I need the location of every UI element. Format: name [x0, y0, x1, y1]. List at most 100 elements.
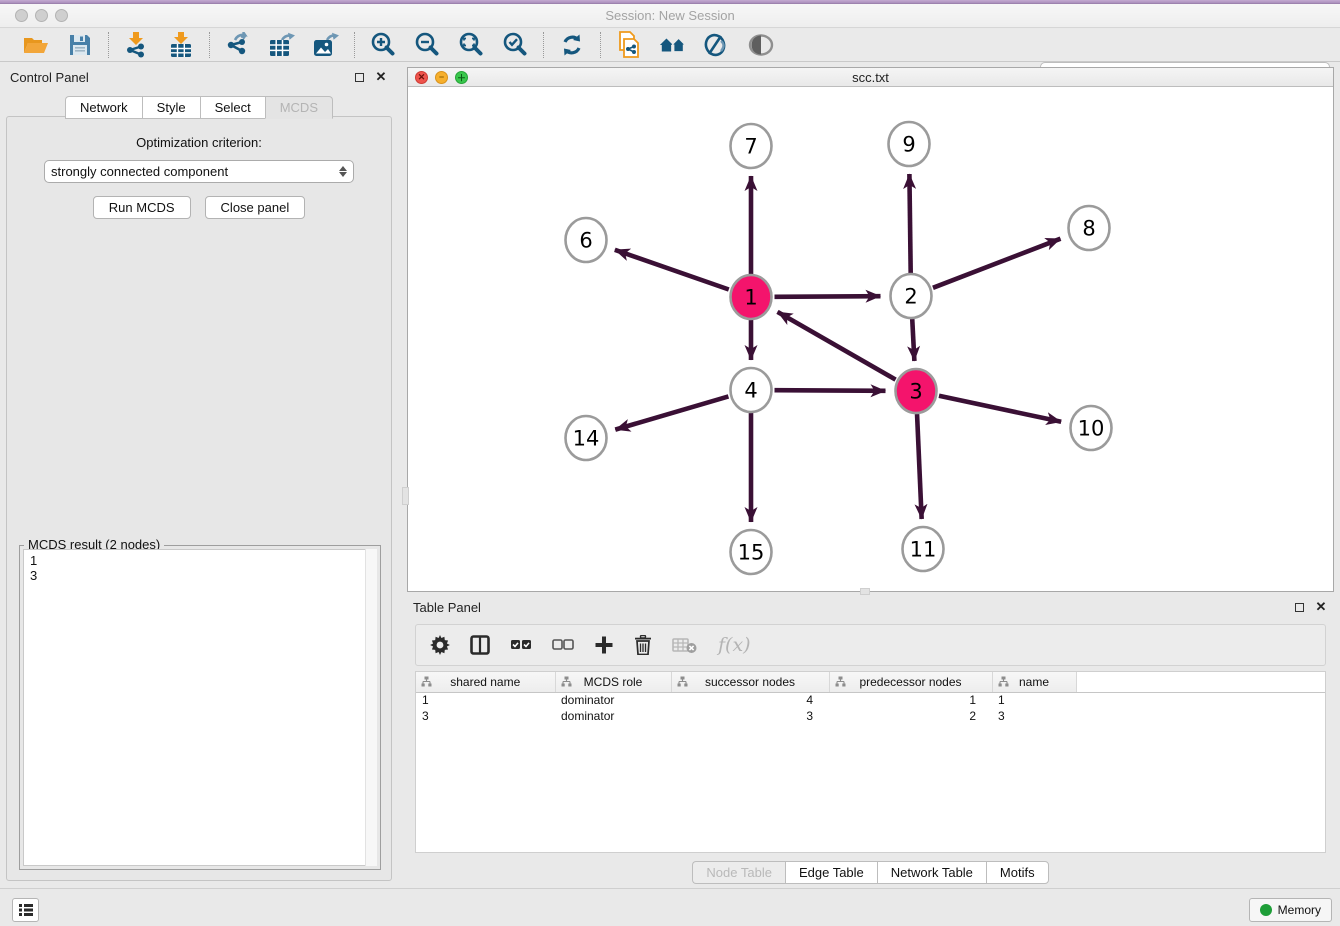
import-network-icon[interactable]	[123, 32, 151, 58]
cell-mcds-role[interactable]: dominator	[555, 708, 671, 724]
graph-node-4[interactable]: 4	[731, 368, 772, 412]
memory-label: Memory	[1278, 903, 1321, 917]
cell-shared-name[interactable]: 1	[416, 692, 555, 708]
tab-node-table[interactable]: Node Table	[692, 861, 785, 884]
close-panel-icon[interactable]: ✕	[374, 70, 388, 84]
cell-predecessor-nodes[interactable]: 1	[829, 692, 992, 708]
graph-node-9[interactable]: 9	[889, 122, 930, 166]
gear-icon[interactable]	[430, 635, 450, 655]
window-title: Session: New Session	[0, 8, 1340, 23]
export-network-icon[interactable]	[224, 32, 252, 58]
cell-successor-nodes[interactable]: 4	[671, 692, 829, 708]
hide-graphics-details-icon[interactable]	[703, 32, 731, 58]
network-title: scc.txt	[408, 70, 1333, 85]
export-table-icon[interactable]	[268, 32, 296, 58]
graph-node-11[interactable]: 11	[903, 527, 944, 571]
column-header-mcds-role[interactable]: MCDS role	[555, 672, 671, 692]
network-zoom-button[interactable]: ＋	[455, 71, 468, 84]
cell-name[interactable]: 1	[992, 692, 1076, 708]
graph-node-1[interactable]: 1	[731, 275, 772, 319]
column-type-icon	[421, 676, 432, 690]
edge-4-14[interactable]	[615, 396, 728, 429]
close-panel-button[interactable]: Close panel	[205, 196, 306, 219]
edge-4-3[interactable]	[774, 390, 885, 391]
node-label: 2	[904, 285, 917, 309]
cell-predecessor-nodes[interactable]: 2	[829, 708, 992, 724]
select-all-icon[interactable]	[510, 637, 532, 653]
result-scrollbar[interactable]	[365, 549, 377, 866]
graph-node-7[interactable]: 7	[731, 124, 772, 168]
table-toolbar: f(x)	[415, 624, 1326, 666]
clone-network-icon[interactable]	[615, 32, 643, 58]
column-header-successor-nodes[interactable]: successor nodes	[671, 672, 829, 692]
float-table-panel-icon[interactable]	[1292, 600, 1306, 614]
edge-3-1[interactable]	[778, 312, 896, 380]
mcds-result-text[interactable]: 1 3	[23, 549, 377, 866]
graph-node-10[interactable]: 10	[1071, 406, 1112, 450]
criterion-dropdown[interactable]: strongly connected component	[44, 160, 354, 183]
tab-select[interactable]: Select	[200, 96, 265, 119]
graph-node-15[interactable]: 15	[731, 530, 772, 574]
memory-button[interactable]: Memory	[1249, 898, 1332, 922]
cell-shared-name[interactable]: 3	[416, 708, 555, 724]
table-panel: Table Panel ✕	[407, 596, 1334, 888]
graph-node-3[interactable]: 3	[896, 369, 937, 413]
import-table-icon[interactable]	[167, 32, 195, 58]
columns-icon[interactable]	[470, 635, 490, 655]
zoom-in-icon[interactable]	[369, 32, 397, 58]
network-graph[interactable]: 7 9 6 8 1 2 4 3 14 10 15 11	[408, 87, 1333, 591]
application-window: Session: New Session	[0, 0, 1340, 926]
network-canvas[interactable]: 7 9 6 8 1 2 4 3 14 10 15 11	[408, 87, 1333, 591]
node-label: 9	[902, 133, 915, 157]
zoom-fit-icon[interactable]	[457, 32, 485, 58]
cell-successor-nodes[interactable]: 3	[671, 708, 829, 724]
edge-2-9[interactable]	[909, 174, 910, 273]
save-icon[interactable]	[66, 32, 94, 58]
splitter-handle-left[interactable]	[402, 487, 409, 505]
zoom-out-icon[interactable]	[413, 32, 441, 58]
first-neighbors-icon[interactable]	[659, 32, 687, 58]
cell-name[interactable]: 3	[992, 708, 1076, 724]
tab-style[interactable]: Style	[142, 96, 200, 119]
zoom-selected-icon[interactable]	[501, 32, 529, 58]
tab-mcds[interactable]: MCDS	[265, 96, 333, 119]
cell-mcds-role[interactable]: dominator	[555, 692, 671, 708]
trash-icon[interactable]	[634, 635, 652, 655]
add-column-icon[interactable]	[594, 635, 614, 655]
column-header-shared-name[interactable]: shared name	[416, 672, 555, 692]
column-header-name[interactable]: name	[992, 672, 1076, 692]
splitter-handle-bottom[interactable]	[860, 588, 870, 595]
node-label: 6	[579, 229, 592, 253]
tab-network-table[interactable]: Network Table	[877, 861, 986, 884]
network-close-button[interactable]: ✕	[415, 71, 428, 84]
table-row[interactable]: 3dominator323	[416, 708, 1325, 724]
task-list-icon[interactable]	[12, 898, 39, 922]
tab-edge-table[interactable]: Edge Table	[785, 861, 877, 884]
column-header-predecessor-nodes[interactable]: predecessor nodes	[829, 672, 992, 692]
node-label: 15	[738, 541, 765, 565]
export-image-icon[interactable]	[312, 32, 340, 58]
edge-2-3[interactable]	[912, 319, 914, 361]
deselect-all-icon[interactable]	[552, 637, 574, 653]
eye-icon[interactable]	[747, 32, 775, 58]
tab-motifs[interactable]: Motifs	[986, 861, 1049, 884]
network-minimize-button[interactable]: −	[435, 71, 448, 84]
column-header-filler	[1076, 672, 1325, 692]
edge-3-11[interactable]	[917, 414, 922, 519]
tab-network[interactable]: Network	[65, 96, 142, 119]
graph-node-14[interactable]: 14	[566, 416, 607, 460]
table-row[interactable]: 1dominator411	[416, 692, 1325, 708]
edge-2-8[interactable]	[933, 239, 1061, 288]
refresh-icon[interactable]	[558, 32, 586, 58]
node-table[interactable]: shared nameMCDS rolesuccessor nodesprede…	[415, 671, 1326, 853]
close-table-panel-icon[interactable]: ✕	[1314, 600, 1328, 614]
edge-3-10[interactable]	[939, 396, 1061, 422]
graph-node-8[interactable]: 8	[1069, 206, 1110, 250]
edge-1-2[interactable]	[774, 296, 880, 297]
graph-node-6[interactable]: 6	[566, 218, 607, 262]
open-folder-icon[interactable]	[22, 32, 50, 58]
run-mcds-button[interactable]: Run MCDS	[93, 196, 191, 219]
graph-node-2[interactable]: 2	[891, 274, 932, 318]
float-panel-icon[interactable]	[352, 70, 366, 84]
edge-1-6[interactable]	[615, 250, 729, 290]
